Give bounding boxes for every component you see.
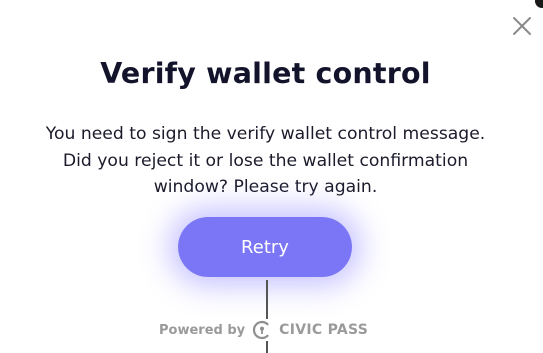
dialog-title: Verify wallet control [100,57,431,90]
civic-pass-brand: CIVIC PASS [279,322,369,338]
retry-button[interactable]: Retry [178,217,352,277]
civic-logo-icon [251,319,274,341]
dialog-message: You need to sign the verify wallet contr… [45,124,486,197]
corner-shade [535,0,543,8]
divider-line [266,280,268,353]
close-icon [513,17,531,35]
powered-by-footer: Powered by CIVIC PASS [159,318,368,342]
powered-by-label: Powered by [159,322,246,338]
verify-wallet-modal: Verify wallet control You need to sign t… [0,0,543,353]
close-button[interactable] [508,12,536,40]
